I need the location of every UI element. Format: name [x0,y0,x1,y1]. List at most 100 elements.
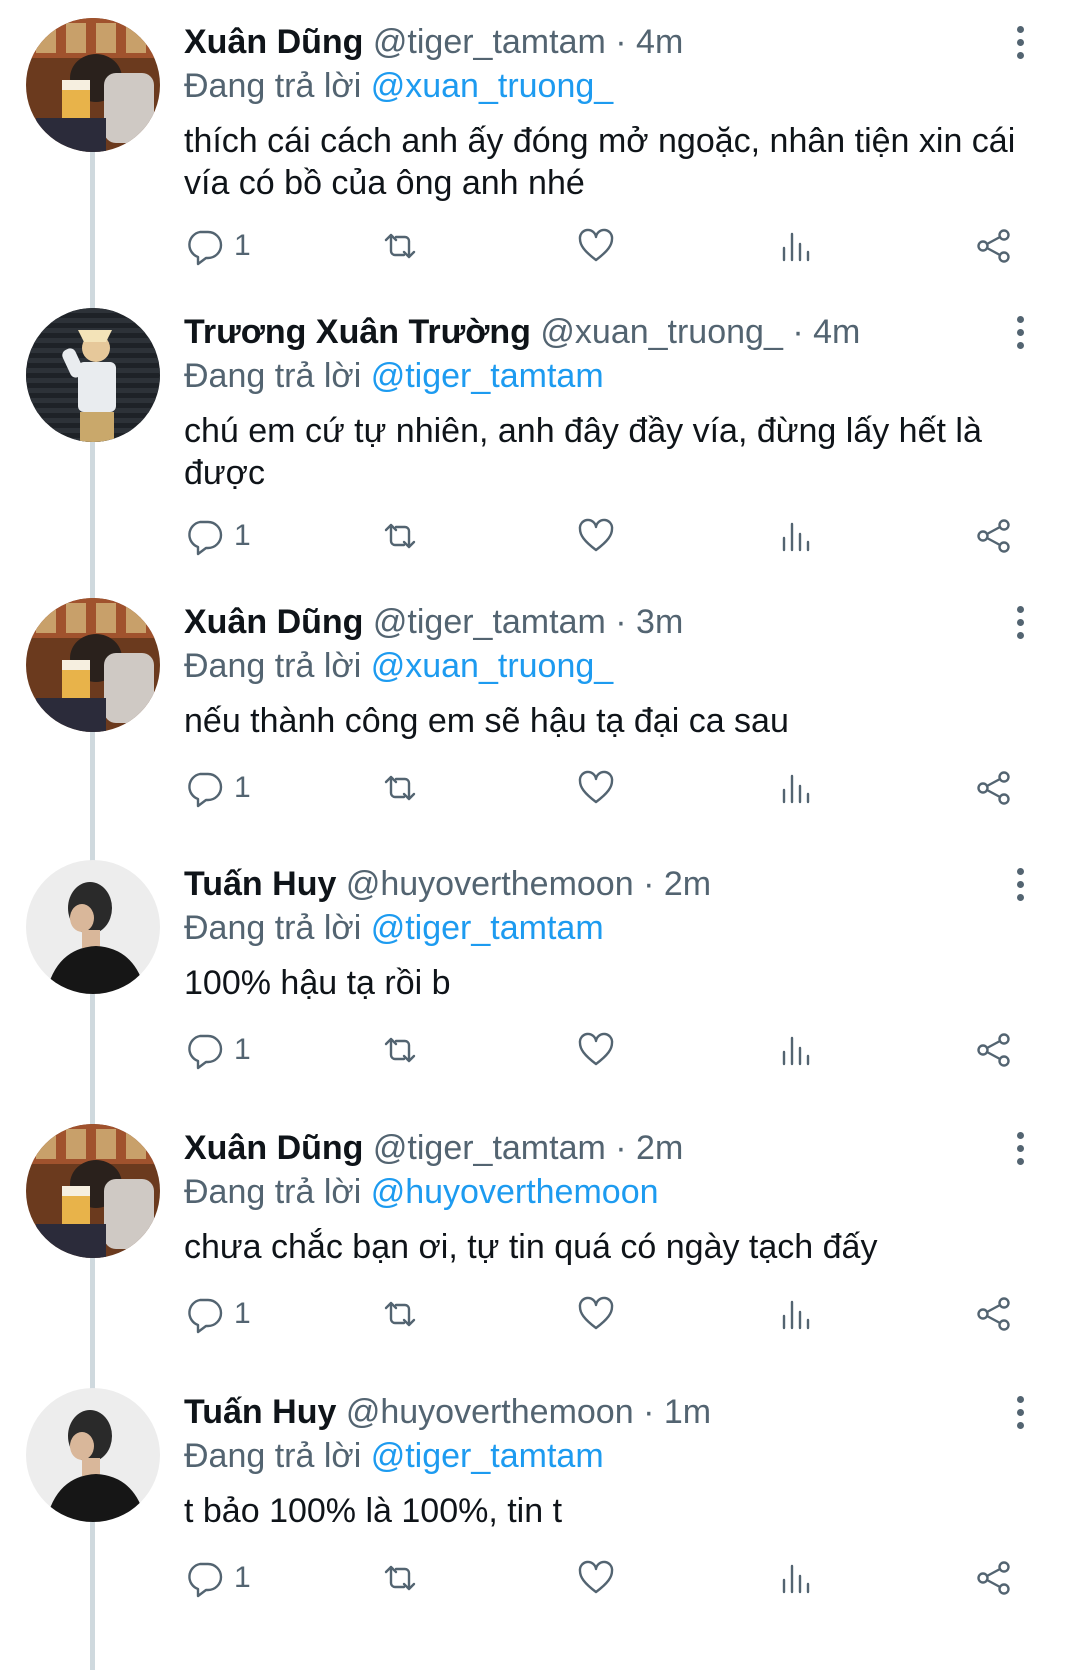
reply-count: 1 [234,1297,251,1330]
stats-button[interactable] [776,222,816,270]
reply-mention[interactable]: @xuan_truong_ [371,67,613,105]
separator-dot: · [792,313,804,351]
share-button[interactable] [974,1026,1014,1074]
author-handle[interactable]: @tiger_tamtam [373,23,606,61]
reply-button[interactable]: 1 [184,1290,251,1338]
reply-count: 1 [234,519,251,552]
share-button[interactable] [974,1290,1014,1338]
like-button[interactable] [576,1290,616,1338]
reply-mention[interactable]: @xuan_truong_ [371,647,613,685]
author-handle[interactable]: @tiger_tamtam [373,1129,606,1167]
like-button[interactable] [576,512,616,560]
reply-button[interactable]: 1 [184,764,251,812]
retweet-button[interactable] [380,1026,420,1074]
more-icon[interactable] [1006,1390,1034,1434]
stats-icon [782,1036,810,1066]
author-handle[interactable]: @xuan_truong_ [540,313,782,351]
separator-dot: · [615,603,627,641]
stats-button[interactable] [776,764,816,812]
reply-mention[interactable]: @tiger_tamtam [371,357,604,395]
timestamp[interactable]: 1m [664,1393,711,1431]
share-icon [977,1033,1010,1067]
reply-mention[interactable]: @tiger_tamtam [371,1437,604,1475]
author-handle[interactable]: @tiger_tamtam [373,603,606,641]
author-name[interactable]: Tuấn Huy [184,1393,336,1431]
stats-button[interactable] [776,1554,816,1602]
author-handle[interactable]: @huyoverthemoon [346,865,634,903]
timestamp[interactable]: 4m [813,313,860,351]
tweet-text: t bảo 100% là 100%, tin t [184,1492,563,1530]
reply-button[interactable]: 1 [184,512,251,560]
timestamp[interactable]: 2m [664,865,711,903]
reply-button[interactable]: 1 [184,222,251,270]
stats-button[interactable] [776,1290,816,1338]
avatar[interactable] [26,308,160,442]
tweet[interactable]: Xuân Dũng @tiger_tamtam · 2m Đang trả lờ… [0,1106,1080,1370]
reply-prefix: Đang trả lời [184,909,362,947]
tweet-actions: 1 [184,1026,1024,1074]
like-button[interactable] [576,1026,616,1074]
like-icon [578,228,614,262]
more-icon[interactable] [1006,862,1034,906]
author-handle[interactable]: @huyoverthemoon [346,1393,634,1431]
retweet-button[interactable] [380,764,420,812]
author-name[interactable]: Xuân Dũng [184,23,363,61]
like-button[interactable] [576,1554,616,1602]
more-icon[interactable] [1006,310,1034,354]
tweet[interactable]: Tuấn Huy @huyoverthemoon · 2m Đang trả l… [0,842,1080,1106]
tweet-header: Xuân Dũng @tiger_tamtam · 3m [184,600,1020,644]
like-icon [578,1032,614,1066]
timestamp[interactable]: 2m [636,1129,683,1167]
stats-icon [782,232,810,262]
avatar[interactable] [26,1388,160,1522]
retweet-button[interactable] [380,222,420,270]
more-icon[interactable] [1006,20,1034,64]
retweet-icon [384,233,416,259]
share-button[interactable] [974,1554,1014,1602]
tweet-header: Tuấn Huy @huyoverthemoon · 2m [184,862,1020,906]
avatar[interactable] [26,598,160,732]
share-button[interactable] [974,222,1014,270]
like-button[interactable] [576,222,616,270]
timestamp[interactable]: 3m [636,603,683,641]
reply-button[interactable]: 1 [184,1026,251,1074]
timestamp[interactable]: 4m [636,23,683,61]
reply-count: 1 [234,1561,251,1594]
retweet-button[interactable] [380,1554,420,1602]
reply-button[interactable]: 1 [184,1554,251,1602]
reply-prefix: Đang trả lời [184,1437,362,1475]
tweet-text: chưa chắc bạn ơi, tự tin quá có ngày tạc… [184,1228,878,1266]
tweet[interactable]: Xuân Dũng @tiger_tamtam · 3m Đang trả lờ… [0,580,1080,842]
share-icon [977,229,1010,263]
like-button[interactable] [576,764,616,812]
tweet[interactable]: Tuấn Huy @huyoverthemoon · 1m Đang trả l… [0,1370,1080,1670]
like-icon [578,770,614,804]
share-button[interactable] [974,764,1014,812]
author-name[interactable]: Trương Xuân Trường [184,313,531,351]
reply-icon [188,520,223,556]
thread-line [90,992,95,1106]
stats-icon [782,774,810,804]
stats-button[interactable] [776,512,816,560]
reply-context: Đang trả lời @tiger_tamtam [184,1434,1020,1478]
more-icon[interactable] [1006,1126,1034,1170]
retweet-button[interactable] [380,512,420,560]
more-icon[interactable] [1006,600,1034,644]
reply-mention[interactable]: @huyoverthemoon [371,1173,659,1211]
author-name[interactable]: Tuấn Huy [184,865,336,903]
avatar[interactable] [26,860,160,994]
avatar[interactable] [26,18,160,152]
tweet-actions: 1 [184,764,1024,812]
avatar[interactable] [26,1124,160,1258]
author-name[interactable]: Xuân Dũng [184,1129,363,1167]
share-button[interactable] [974,512,1014,560]
stats-button[interactable] [776,1026,816,1074]
reply-mention[interactable]: @tiger_tamtam [371,909,604,947]
tweet[interactable]: Trương Xuân Trường @xuan_truong_ · 4m Đa… [0,290,1080,580]
author-name[interactable]: Xuân Dũng [184,603,363,641]
tweet-text: nếu thành công em sẽ hậu tạ đại ca sau [184,702,789,740]
separator-dot: · [643,1393,655,1431]
tweet[interactable]: Xuân Dũng @tiger_tamtam · 4m Đang trả lờ… [0,0,1080,300]
thread-line [90,290,95,310]
retweet-button[interactable] [380,1290,420,1338]
